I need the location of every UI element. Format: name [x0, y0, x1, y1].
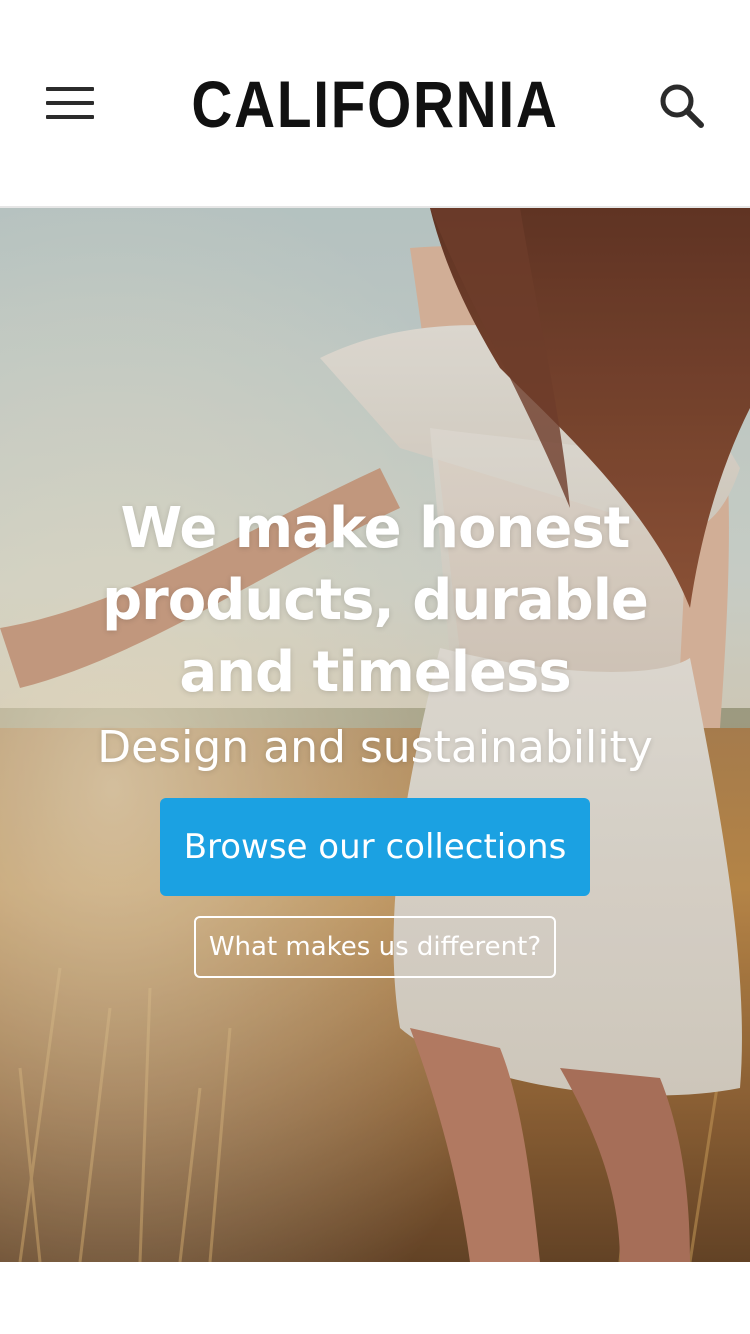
- what-makes-us-different-button[interactable]: What makes us different?: [194, 916, 556, 978]
- menu-line: [46, 101, 94, 105]
- menu-line: [46, 115, 94, 119]
- menu-line: [46, 87, 94, 91]
- hero-subtitle: Design and sustainability: [97, 722, 653, 773]
- top-navigation-bar: CALIFORNIA: [0, 0, 750, 208]
- search-icon[interactable]: [652, 76, 710, 134]
- search-icon-graphic: [660, 84, 704, 128]
- hero-banner: We make honest products, durable and tim…: [0, 208, 750, 1262]
- brand-logo[interactable]: CALIFORNIA: [182, 66, 569, 142]
- page: CALIFORNIA We make honest products, dura…: [0, 0, 750, 1334]
- browse-collections-button[interactable]: Browse our collections: [160, 798, 590, 896]
- hamburger-menu-icon[interactable]: [40, 78, 100, 128]
- hero-title: We make honest products, durable and tim…: [102, 496, 649, 705]
